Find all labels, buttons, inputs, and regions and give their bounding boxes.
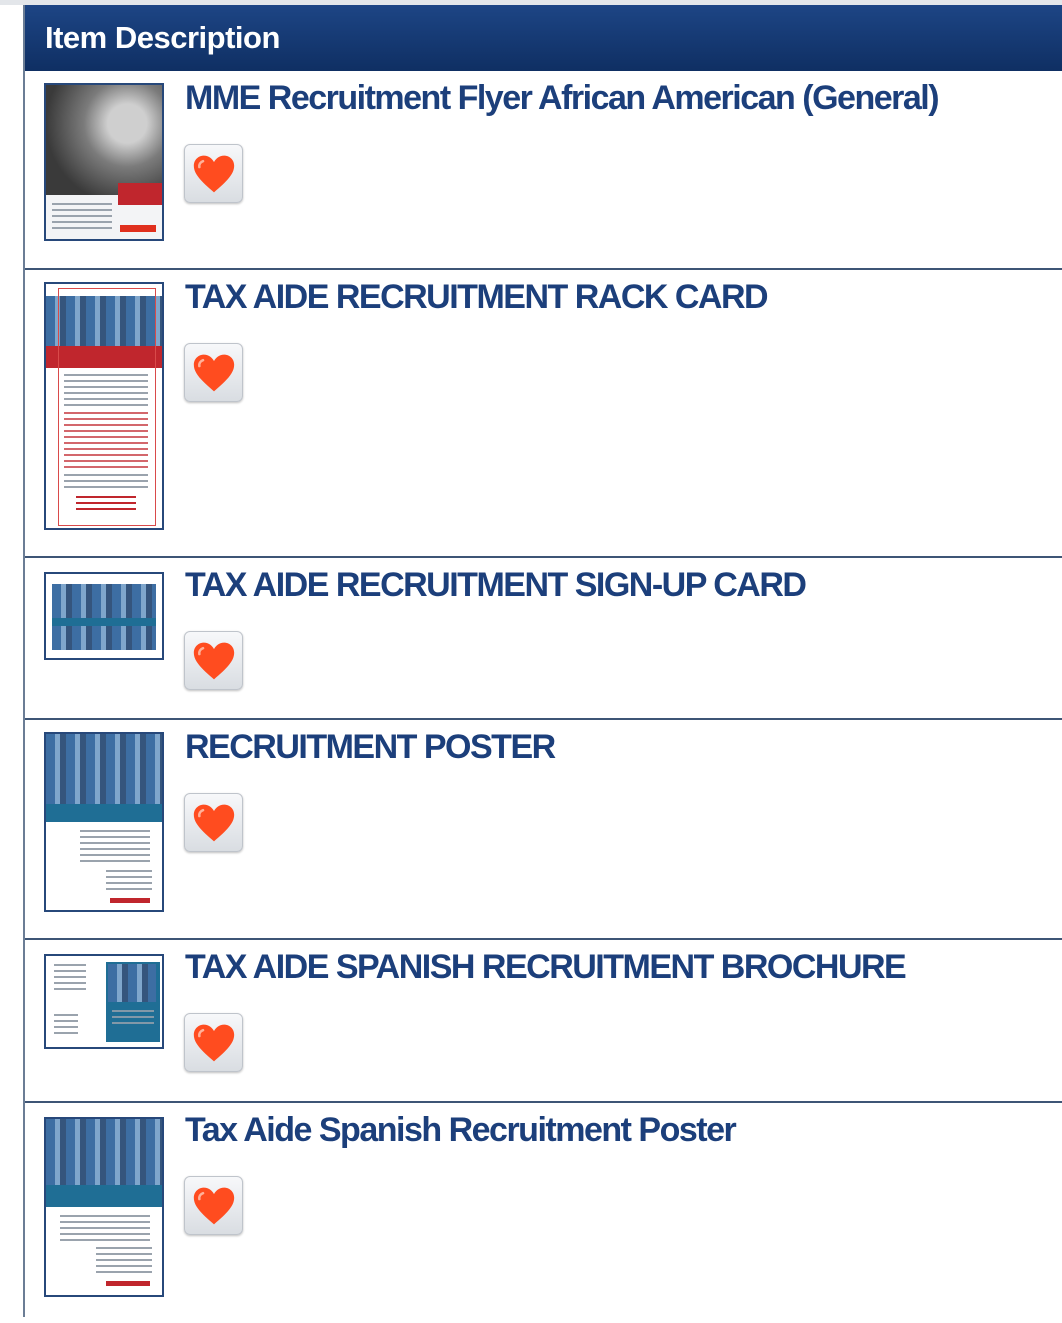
heart-icon (193, 1024, 234, 1061)
brochure-thumbnail[interactable] (44, 954, 164, 1049)
item-title-link[interactable]: TAX AIDE SPANISH RECRUITMENT BROCHURE (185, 948, 907, 987)
sign-up-card-thumbnail[interactable] (44, 572, 164, 660)
heart-icon (193, 354, 234, 391)
heart-icon (193, 155, 234, 192)
poster-thumbnail[interactable] (44, 732, 164, 912)
column-header-item-description: Item Description (25, 5, 1062, 71)
favorite-button[interactable] (184, 1176, 243, 1235)
item-title-link[interactable]: TAX AIDE RECRUITMENT SIGN-UP CARD (185, 566, 807, 605)
favorite-button[interactable] (184, 343, 243, 402)
rack-card-thumbnail[interactable] (44, 282, 164, 530)
spanish-poster-thumbnail[interactable] (44, 1117, 164, 1297)
heart-icon (193, 642, 234, 679)
item-title-link[interactable]: MME Recruitment Flyer African American (… (185, 79, 940, 118)
table-row: TAX AIDE SPANISH RECRUITMENT BROCHURE (25, 940, 1062, 1103)
favorite-button[interactable] (184, 1013, 243, 1072)
flyer-thumbnail[interactable] (44, 83, 164, 241)
favorite-button[interactable] (184, 793, 243, 852)
favorite-button[interactable] (184, 631, 243, 690)
item-title-link[interactable]: Tax Aide Spanish Recruitment Poster (185, 1111, 737, 1150)
table-row: TAX AIDE RECRUITMENT SIGN-UP CARD (25, 558, 1062, 720)
table-row: Tax Aide Spanish Recruitment Poster (25, 1103, 1062, 1323)
item-table: Item Description MME Recruitment Flyer A… (25, 5, 1062, 1323)
heart-icon (193, 804, 234, 841)
table-row: RECRUITMENT POSTER (25, 720, 1062, 940)
item-title-link[interactable]: RECRUITMENT POSTER (185, 728, 556, 767)
favorite-button[interactable] (184, 144, 243, 203)
table-row: MME Recruitment Flyer African American (… (25, 71, 1062, 270)
table-row: TAX AIDE RECRUITMENT RACK CARD (25, 270, 1062, 558)
item-title-link[interactable]: TAX AIDE RECRUITMENT RACK CARD (185, 278, 769, 317)
heart-icon (193, 1187, 234, 1224)
